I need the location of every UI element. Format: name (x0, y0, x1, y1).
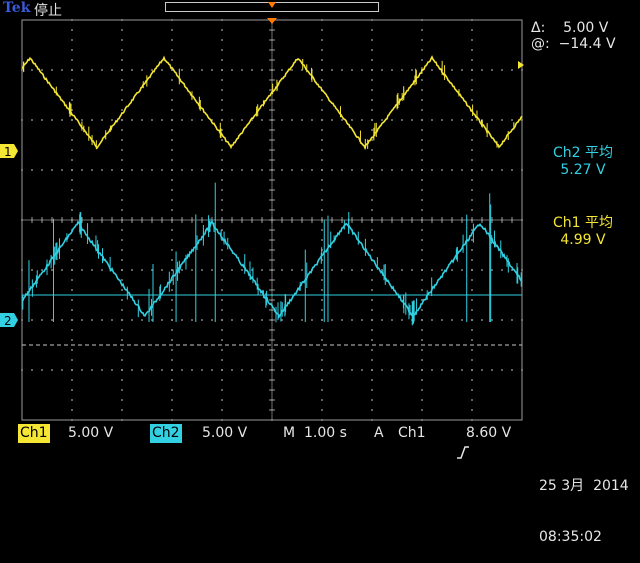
measurement-ch1-mean: Ch1 平均 4.99 V (533, 212, 633, 248)
cursor-position-readout: @: −14.4 V (531, 36, 616, 52)
trigger-position-icon[interactable] (267, 18, 277, 24)
measurement-label: Ch2 平均 (552, 145, 613, 161)
cursor-delta-readout: Δ: 5.00 V (531, 20, 609, 36)
brand-logo: Tek (3, 0, 31, 16)
ch1-ground-marker[interactable]: 1 (0, 144, 18, 159)
ch1-scale[interactable]: 5.00 V (68, 424, 113, 443)
ch2-marker-label: 2 (4, 314, 12, 328)
ch2-ground-marker[interactable]: 2 (0, 313, 18, 328)
ch1-marker-label: 1 (4, 145, 12, 159)
datetime: 25 3月 2014 08:35:02 (539, 444, 629, 563)
trigger-label: A (374, 425, 384, 441)
time: 08:35:02 (539, 529, 602, 545)
ch2-scale[interactable]: 5.00 V (202, 424, 247, 443)
measurement-value: 5.27 V (560, 162, 606, 178)
timebase-value[interactable]: 1.00 s (304, 424, 347, 443)
record-trigger-marker-icon (268, 2, 276, 8)
measurement-value: 4.99 V (560, 232, 606, 248)
measurement-label: Ch1 平均 (552, 215, 613, 231)
timebase-label: M (283, 425, 296, 441)
date: 25 3月 2014 (539, 478, 629, 494)
ch2-label[interactable]: Ch2 (150, 424, 182, 443)
ch1-label[interactable]: Ch1 (18, 424, 50, 443)
trigger-source[interactable]: Ch1 (398, 424, 426, 443)
measurement-ch2-mean: Ch2 平均 5.27 V (533, 142, 633, 178)
ch1-noise-spikes (22, 58, 515, 150)
record-position-bar (165, 2, 379, 12)
trigger-level-icon[interactable] (518, 61, 524, 69)
status-bar: Ch1 5.00 V Ch2 5.00 V M 1.00 s A Ch1 8.6… (18, 424, 524, 459)
acquisition-status: 停止 (34, 3, 62, 19)
trigger-level[interactable]: 8.60 V (466, 424, 511, 443)
